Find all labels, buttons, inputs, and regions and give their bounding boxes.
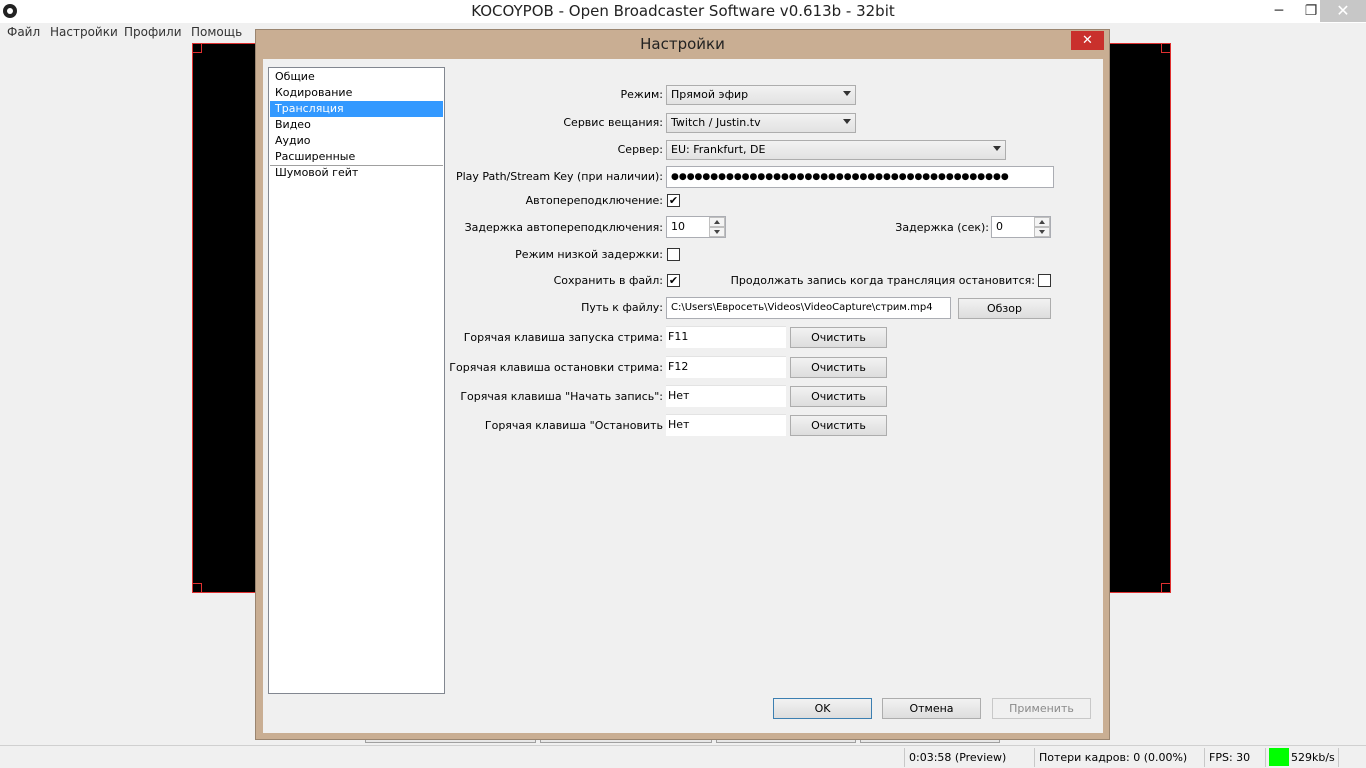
spin-up-icon[interactable] [1034, 217, 1050, 227]
chevron-down-icon [843, 119, 851, 124]
path-input[interactable]: C:\Users\Евросеть\Videos\VideoCapture\ст… [666, 297, 951, 319]
clear-stop-record-button[interactable]: Очистить [790, 415, 887, 436]
hotkey-start-record-label: Горячая клавиша "Начать запись": [460, 390, 663, 403]
low-latency-label: Режим низкой задержки: [515, 248, 663, 261]
save-file-checkbox[interactable]: ✔ [667, 274, 680, 287]
status-divider [904, 748, 905, 767]
continue-record-label: Продолжать запись когда трансляция остан… [730, 274, 1035, 287]
stream-key-label: Play Path/Stream Key (при наличии): [455, 170, 663, 183]
save-file-label: Сохранить в файл: [553, 274, 663, 287]
spinner-buttons [1034, 217, 1050, 237]
service-label: Сервис вещания: [563, 116, 663, 129]
browse-button[interactable]: Обзор [958, 298, 1051, 319]
delay-spinner[interactable]: 0 [991, 216, 1051, 238]
hotkey-start-stream-input[interactable]: F11 [666, 326, 786, 348]
category-video[interactable]: Видео [270, 117, 443, 133]
hotkey-start-stream-label: Горячая клавиша запуска стрима: [463, 331, 663, 344]
mode-select[interactable]: Прямой эфир [666, 85, 856, 105]
status-divider [1338, 748, 1339, 767]
mode-label: Режим: [620, 88, 663, 101]
mode-value: Прямой эфир [671, 88, 749, 101]
category-encoding[interactable]: Кодирование [270, 85, 443, 101]
delay-label: Задержка (сек): [895, 221, 989, 234]
path-label: Путь к файлу: [581, 301, 663, 314]
status-bitrate: 529kb/s [1291, 751, 1335, 764]
category-noise-gate[interactable]: Шумовой гейт [270, 165, 443, 181]
reconnect-delay-label: Задержка автопереподключения: [464, 221, 663, 234]
apply-button[interactable]: Применить [992, 698, 1091, 719]
status-divider [1034, 748, 1035, 767]
autoreconnect-checkbox[interactable]: ✔ [667, 194, 680, 207]
window-title: KOCOYPOB - Open Broadcaster Software v0.… [471, 2, 895, 20]
hotkey-start-record-input[interactable]: Нет [666, 385, 786, 407]
service-value: Twitch / Justin.tv [671, 116, 761, 129]
spin-down-icon[interactable] [1034, 227, 1050, 237]
hotkey-stop-record-input[interactable]: Нет [666, 414, 786, 436]
cancel-button[interactable]: Отмена [882, 698, 981, 719]
preview-handle[interactable] [192, 583, 202, 593]
menu-settings[interactable]: Настройки [50, 24, 118, 41]
category-audio[interactable]: Аудио [270, 133, 443, 149]
menu-profiles[interactable]: Профили [124, 24, 182, 41]
service-select[interactable]: Twitch / Justin.tv [666, 113, 856, 133]
clear-stop-stream-button[interactable]: Очистить [790, 357, 887, 378]
spin-down-icon[interactable] [709, 227, 725, 237]
autoreconnect-label: Автопереподключение: [525, 194, 663, 207]
status-time: 0:03:58 (Preview) [909, 751, 1007, 764]
reconnect-delay-spinner[interactable]: 10 [666, 216, 726, 238]
preview-handle[interactable] [192, 43, 202, 53]
spinner-buttons [709, 217, 725, 237]
status-fps: FPS: 30 [1209, 751, 1251, 764]
clear-start-stream-button[interactable]: Очистить [790, 327, 887, 348]
server-select[interactable]: EU: Frankfurt, DE [666, 140, 1006, 160]
hotkey-stop-stream-input[interactable]: F12 [666, 356, 786, 378]
status-dropped-frames: Потери кадров: 0 (0.00%) [1039, 751, 1188, 764]
category-general[interactable]: Общие [270, 69, 443, 85]
server-value: EU: Frankfurt, DE [671, 143, 766, 156]
preview-handle[interactable] [1161, 583, 1171, 593]
status-divider [1265, 748, 1266, 767]
category-advanced[interactable]: Расширенные [270, 149, 443, 165]
status-divider [1204, 748, 1205, 767]
stream-key-input[interactable]: ●●●●●●●●●●●●●●●●●●●●●●●●●●●●●●●●●●●●●●●●… [666, 166, 1054, 188]
stream-health-indicator [1269, 748, 1289, 766]
preview-handle[interactable] [1161, 43, 1171, 53]
delay-value: 0 [996, 220, 1003, 233]
continue-record-checkbox[interactable] [1038, 274, 1051, 287]
ok-button[interactable]: OK [773, 698, 872, 719]
menu-help[interactable]: Помощь [191, 24, 242, 41]
close-window-button[interactable]: ✕ [1320, 0, 1366, 22]
dialog-title: Настройки [640, 35, 725, 53]
hotkey-stop-record-label: Горячая клавиша "Остановить [484, 419, 663, 432]
dialog-close-button[interactable]: ✕ [1071, 31, 1104, 50]
low-latency-checkbox[interactable] [667, 248, 680, 261]
clear-start-record-button[interactable]: Очистить [790, 386, 887, 407]
minimize-button[interactable]: ─ [1262, 0, 1296, 22]
hotkey-stop-stream-label: Горячая клавиша остановки стрима: [449, 361, 663, 374]
menu-file[interactable]: Файл [7, 24, 40, 41]
spin-up-icon[interactable] [709, 217, 725, 227]
server-label: Сервер: [617, 143, 663, 156]
reconnect-delay-value: 10 [671, 220, 685, 233]
chevron-down-icon [843, 91, 851, 96]
category-broadcast[interactable]: Трансляция [270, 101, 443, 117]
chevron-down-icon [993, 146, 1001, 151]
